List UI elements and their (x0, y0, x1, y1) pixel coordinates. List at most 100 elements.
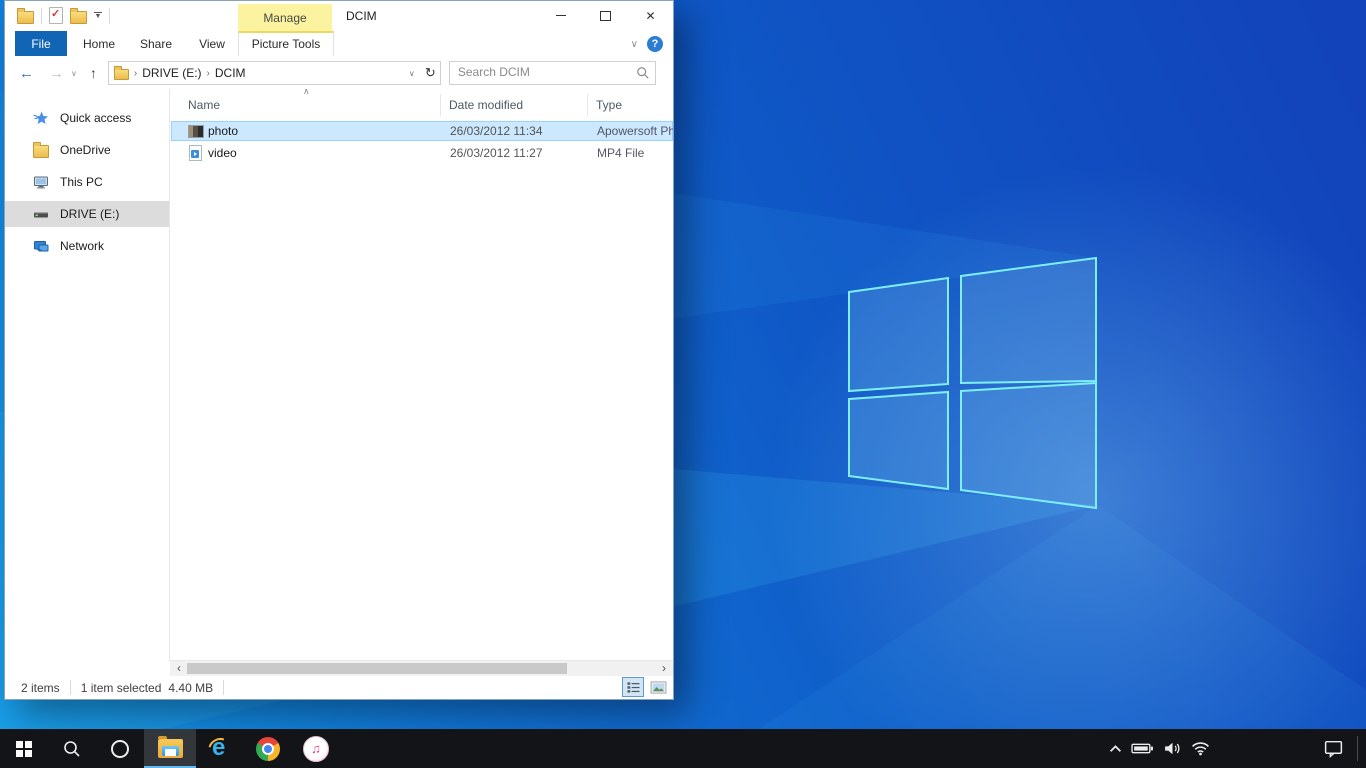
sidebar-item-quick-access[interactable]: Quick access (5, 105, 169, 131)
main-area: Quick access OneDrive This PC DRIVE (E:) (5, 89, 673, 661)
taskbar: e ♫ (0, 729, 1366, 768)
minimize-button[interactable] (538, 1, 583, 30)
customize-qat-icon[interactable]: ▼ (94, 12, 102, 20)
search-icon (62, 739, 82, 759)
properties-icon[interactable]: ✓ (49, 7, 63, 24)
cortana-button[interactable] (96, 729, 144, 768)
thumbnails-view-button[interactable] (647, 677, 669, 697)
address-dropdown-icon[interactable]: ∨ (403, 69, 421, 78)
volume-icon[interactable] (1163, 741, 1182, 756)
column-header-name[interactable]: Name (188, 98, 220, 112)
photo-thumbnail-icon (188, 125, 204, 138)
tab-view[interactable]: View (189, 31, 235, 56)
battery-icon[interactable] (1131, 741, 1154, 756)
details-view-button[interactable] (622, 677, 644, 697)
breadcrumb-separator-icon: › (207, 68, 210, 79)
up-button[interactable]: ↑ (90, 65, 97, 81)
qat-separator (109, 8, 110, 24)
scrollbar-thumb[interactable] (187, 663, 567, 674)
back-button[interactable]: ← (19, 65, 34, 82)
refresh-icon[interactable]: ↻ (421, 65, 440, 81)
file-date-modified: 26/03/2012 11:34 (450, 124, 543, 138)
file-list: ∧ Name Date modified Type photo 26/03/20… (170, 89, 673, 661)
chrome-button[interactable] (244, 729, 292, 768)
quick-access-star-icon (33, 110, 49, 126)
recent-locations-chevron-icon[interactable]: ∨ (71, 69, 77, 78)
navigation-bar: ← → ∨ ↑ › DRIVE (E:) › DCIM ∨ ↻ (5, 57, 673, 89)
column-separator[interactable] (587, 94, 588, 116)
folder-icon (114, 69, 129, 80)
title-bar[interactable]: ✓ ▼ Manage DCIM ✕ (5, 1, 673, 31)
taskbar-buttons: e ♫ (0, 729, 340, 768)
sidebar-item-network[interactable]: Network (5, 233, 169, 259)
chevron-down-icon[interactable]: ∨ (631, 39, 638, 50)
column-header-type[interactable]: Type (596, 98, 622, 112)
column-header-date-modified[interactable]: Date modified (449, 98, 523, 112)
hidden-icons-chevron-icon[interactable] (1109, 744, 1122, 753)
search-box[interactable] (449, 61, 656, 85)
maximize-icon (600, 11, 611, 21)
network-icon (33, 238, 49, 254)
selection-count: 1 item selected (81, 681, 162, 695)
start-button[interactable] (0, 729, 48, 768)
cortana-icon (111, 740, 129, 758)
itunes-button[interactable]: ♫ (292, 729, 340, 768)
breadcrumb-separator-icon: › (134, 68, 137, 79)
start-icon (16, 741, 32, 757)
column-separator[interactable] (440, 94, 441, 116)
sidebar-item-label: DRIVE (E:) (60, 207, 119, 221)
sidebar-item-label: Network (60, 239, 104, 253)
status-divider (223, 680, 224, 695)
maximize-button[interactable] (583, 1, 628, 30)
selection-size: 4.40 MB (168, 681, 213, 695)
thumbnails-view-icon (650, 681, 667, 694)
sidebar-item-this-pc[interactable]: This PC (5, 169, 169, 195)
explorer-folder-icon (17, 11, 34, 24)
breadcrumb-item-drive[interactable]: DRIVE (E:) (142, 66, 201, 80)
file-row-video[interactable]: video 26/03/2012 11:27 MP4 File (171, 143, 673, 163)
tab-share[interactable]: Share (131, 31, 181, 56)
breadcrumb-item-dcim[interactable]: DCIM (215, 66, 246, 80)
show-desktop-button[interactable] (1357, 736, 1358, 761)
sort-ascending-icon[interactable]: ∧ (303, 89, 310, 97)
scroll-left-icon[interactable]: ‹ (172, 661, 186, 676)
wifi-icon[interactable] (1191, 741, 1210, 756)
chrome-icon (256, 737, 280, 761)
file-name: photo (208, 124, 238, 138)
ribbon-tab-strip: File Home Share View Picture Tools (5, 31, 673, 58)
file-type: MP4 File (597, 146, 673, 160)
sidebar-item-drive-e[interactable]: DRIVE (E:) (5, 201, 169, 227)
help-icon[interactable]: ? (647, 36, 663, 52)
scroll-right-icon[interactable]: › (657, 661, 671, 676)
sidebar-item-label: This PC (60, 175, 103, 189)
tab-picture-tools[interactable]: Picture Tools (238, 31, 334, 56)
search-icon[interactable] (636, 66, 650, 80)
tab-home[interactable]: Home (75, 31, 123, 56)
system-tray (1109, 729, 1210, 768)
tab-file[interactable]: File (15, 31, 67, 56)
close-button[interactable]: ✕ (628, 1, 673, 30)
drive-icon (33, 206, 49, 222)
onedrive-folder-icon (33, 142, 49, 158)
details-view-icon (626, 681, 641, 694)
navigation-pane: Quick access OneDrive This PC DRIVE (E:) (5, 89, 170, 661)
file-explorer-taskbar-button[interactable] (144, 729, 196, 768)
action-center-icon[interactable] (1323, 738, 1344, 759)
search-input[interactable] (450, 62, 638, 82)
sidebar-item-onedrive[interactable]: OneDrive (5, 137, 169, 163)
qat-separator (41, 8, 42, 24)
taskbar-search-button[interactable] (48, 729, 96, 768)
internet-explorer-button[interactable]: e (196, 729, 244, 768)
itunes-icon: ♫ (303, 736, 329, 762)
status-divider (70, 680, 71, 695)
file-row-photo[interactable]: photo 26/03/2012 11:34 Apowersoft Pho (171, 121, 673, 141)
column-headers: ∧ Name Date modified Type (170, 89, 673, 119)
forward-button[interactable]: → (49, 65, 64, 82)
manage-contextual-label[interactable]: Manage (238, 4, 332, 31)
window-title: DCIM (346, 1, 377, 31)
horizontal-scrollbar[interactable]: ‹ › (170, 660, 673, 676)
sidebar-item-label: OneDrive (60, 143, 111, 157)
check-icon: ✓ (51, 8, 60, 21)
new-folder-icon[interactable] (70, 11, 87, 24)
address-bar[interactable]: › DRIVE (E:) › DCIM ∨ ↻ (108, 61, 441, 85)
